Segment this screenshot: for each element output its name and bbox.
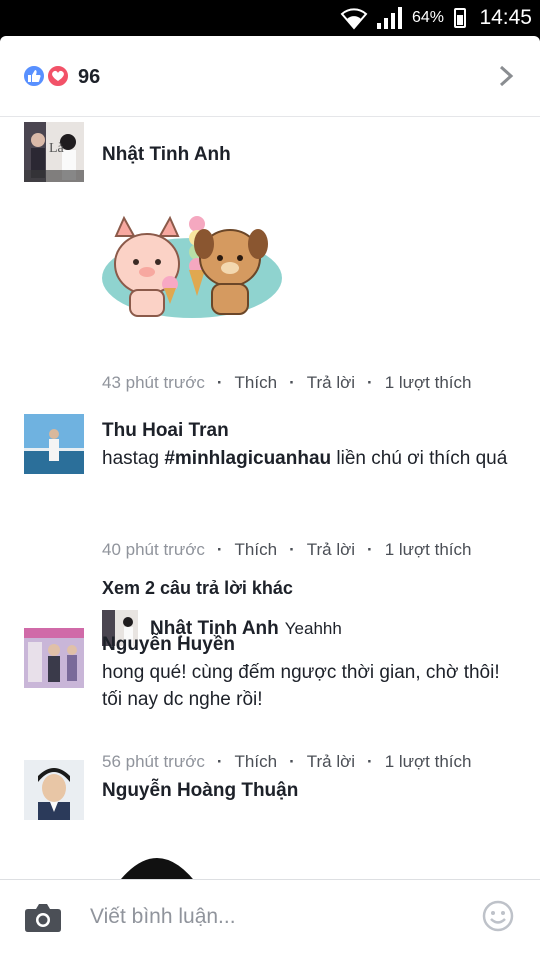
clock: 14:45 [479,6,532,29]
like-link[interactable]: Thích [235,540,278,559]
battery-percent: 64% [411,9,444,26]
separator-dot: · [216,373,223,392]
wifi-icon [340,8,368,30]
view-more-replies-link[interactable]: Xem 2 câu trả lời khác [102,578,293,599]
likes-count-link[interactable]: 1 lượt thích [385,540,472,559]
avatar[interactable] [24,760,84,820]
comment-meta: 40 phút trước · Thích · Trả lời · 1 lượt thích [102,540,472,560]
comment-text-part: hastag [102,448,165,469]
reply-link[interactable]: Trả lời [307,540,355,559]
chevron-right-icon[interactable] [498,64,514,88]
comment-time: 43 phút trước [102,373,205,392]
comment: Nguyễn Hoàng Thuận [0,760,540,890]
comment-author[interactable]: Thu Hoai Tran [102,420,229,442]
comment-input[interactable]: Viết bình luận... [90,905,236,929]
avatar[interactable] [24,414,84,474]
avatar[interactable] [24,628,84,688]
comment-text-part: liền chú ơi thích quá [331,448,508,469]
comment-sticker[interactable] [102,206,282,331]
likes-count-link[interactable]: 1 lượt thích [385,373,472,392]
like-icon [22,64,46,88]
comment-text: hong qué! cùng đếm ngược thời gian, chờ … [102,662,500,710]
love-icon [46,64,70,88]
comment-author[interactable]: Nguyễn Huyền [102,634,235,656]
emoji-icon[interactable] [482,900,514,932]
comment-meta: 43 phút trước · Thích · Trả lời · 1 lượt thích [102,373,472,393]
comment: Là Nhật Tinh Anh 43 phút trước · Thích ·… [0,122,540,412]
separator-dot: · [367,540,373,559]
signal-icon [377,7,402,29]
reply-link[interactable]: Trả lời [307,373,355,392]
reaction-count: 96 [78,66,101,88]
separator-dot: · [367,373,373,392]
svg-text:Là: Là [49,141,65,156]
separator-dot: · [289,540,295,559]
comment: Thu Hoai Tran hastag #minhlagicuanhau li… [0,414,540,646]
comment-text: hastag #minhlagicuanhau liền chú ơi thíc… [102,445,512,472]
comment-composer: Viết bình luận... [0,879,540,960]
comment-author[interactable]: Nguyễn Hoàng Thuận [102,780,298,802]
comments-sheet: 96 Là Nhật Tinh Anh 43 phút trước · Thíc… [0,36,540,960]
hashtag-link[interactable]: #minhlagicuanhau [164,448,331,469]
camera-icon[interactable] [24,901,62,933]
separator-dot: · [216,540,223,559]
battery-icon [454,8,466,28]
comment-time: 40 phút trước [102,540,205,559]
like-link[interactable]: Thích [235,373,278,392]
reactions-header[interactable]: 96 [0,36,540,117]
avatar[interactable]: Là [24,122,84,182]
separator-dot: · [289,373,295,392]
status-bar: 64% 14:45 [0,0,540,36]
comment: Nguyễn Huyền hong qué! cùng đếm ngược th… [0,628,540,771]
comment-author[interactable]: Nhật Tinh Anh [102,144,231,166]
